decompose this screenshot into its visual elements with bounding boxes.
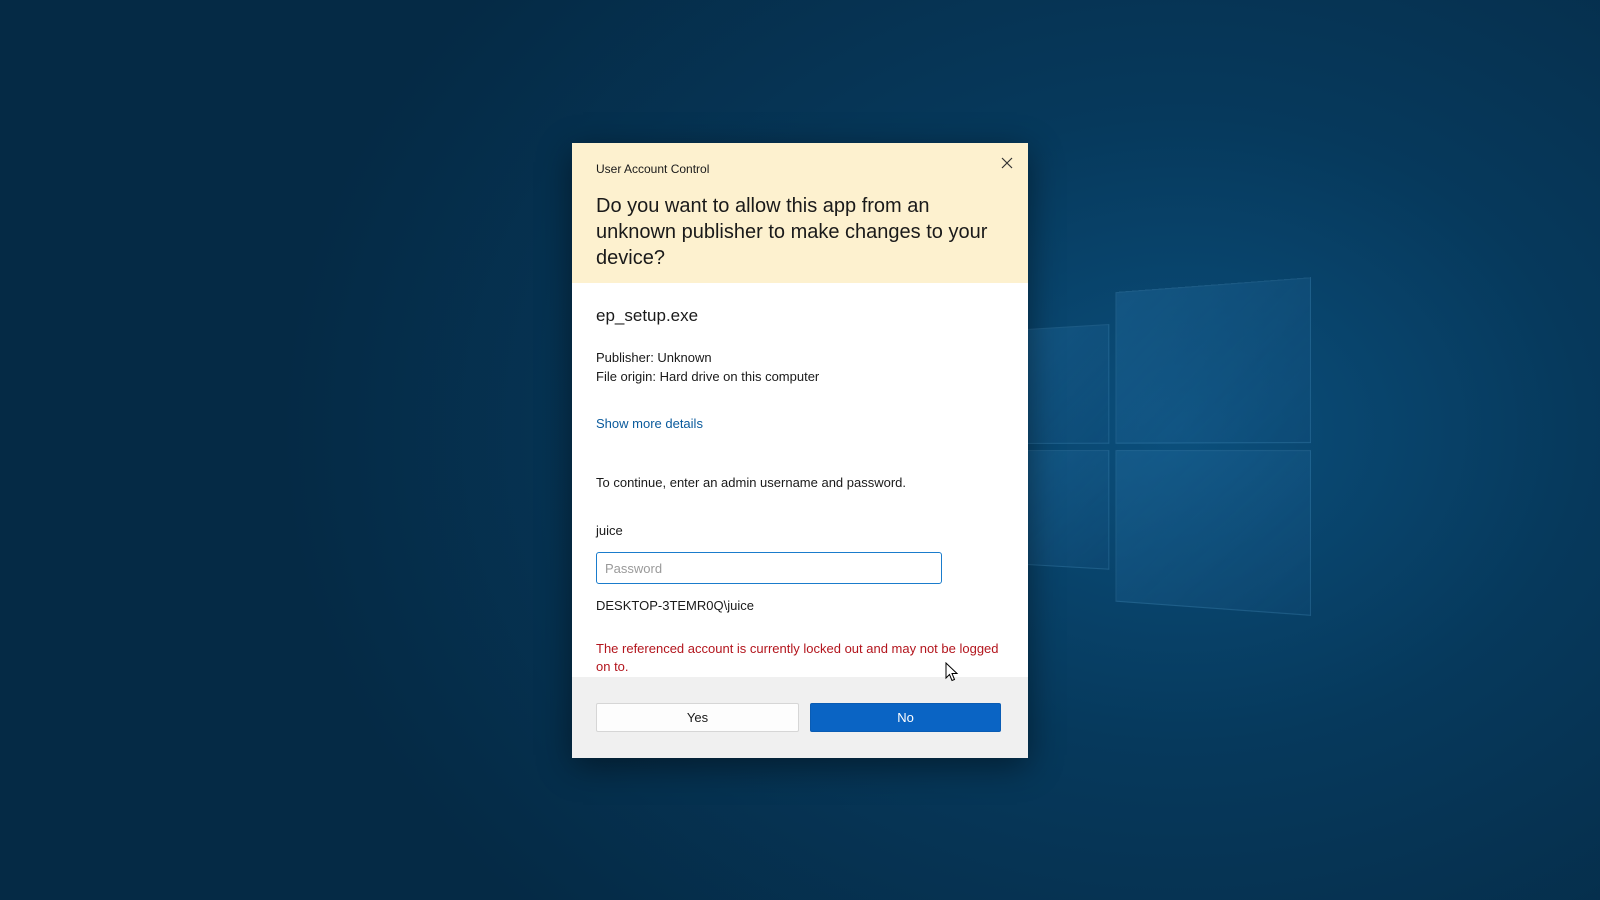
file-origin-info: File origin: Hard drive on this computer bbox=[596, 369, 820, 384]
password-field[interactable] bbox=[596, 552, 942, 584]
no-button[interactable]: No bbox=[810, 703, 1001, 732]
logo-pane bbox=[1115, 277, 1312, 444]
dialog-footer: Yes No bbox=[572, 677, 1028, 758]
close-button[interactable] bbox=[992, 149, 1022, 177]
windows-logo-wallpaper bbox=[1010, 277, 1312, 622]
dialog-title: User Account Control bbox=[596, 162, 710, 176]
dialog-question: Do you want to allow this app from an un… bbox=[596, 195, 988, 269]
username-label: juice bbox=[596, 523, 623, 538]
uac-dialog: User Account Control Do you want to allo… bbox=[572, 143, 1028, 758]
publisher-info: Publisher: Unknown bbox=[596, 350, 712, 365]
mouse-cursor-icon bbox=[945, 662, 959, 682]
dialog-header: User Account Control Do you want to allo… bbox=[572, 143, 1028, 283]
credentials-instruction: To continue, enter an admin username and… bbox=[596, 475, 907, 490]
show-more-details-link[interactable]: Show more details bbox=[596, 416, 703, 431]
logo-pane bbox=[1115, 450, 1312, 616]
yes-button[interactable]: Yes bbox=[596, 703, 799, 732]
domain-username: DESKTOP-3TEMR0Q\juice bbox=[596, 598, 754, 613]
close-icon bbox=[1001, 157, 1013, 169]
app-name: ep_setup.exe bbox=[596, 306, 699, 325]
